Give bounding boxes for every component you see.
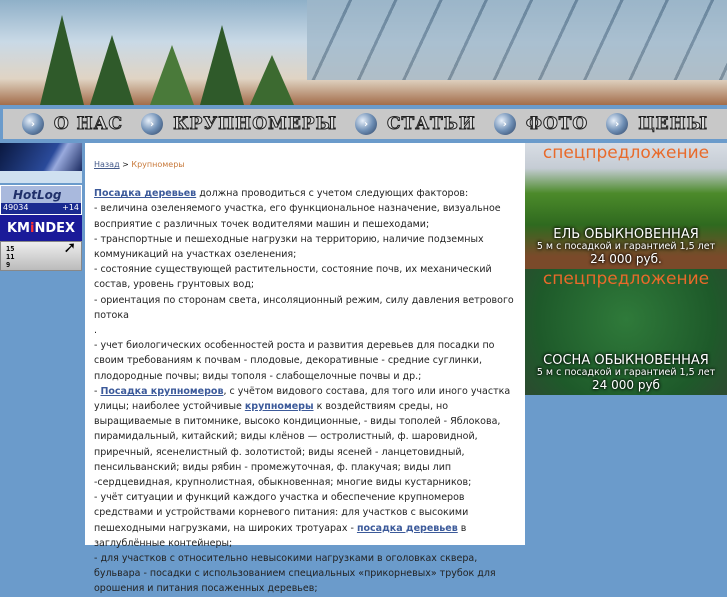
decor-image [0,143,82,171]
large-trees-planting-link[interactable]: Посадка крупномеров [100,386,223,397]
nav-prices[interactable]: › ЦЕНЫ [606,113,708,135]
nav-about[interactable]: › О НАС [21,113,123,135]
arrow-ball-icon: › [493,113,516,135]
nav-large-trees[interactable]: › КРУПНОМЕРЫ [141,113,337,135]
decor-strip [0,171,82,185]
arrow-ball-icon: › [141,113,164,135]
arrow-ball-icon: › [21,113,44,135]
article-text: Посадка деревьев должна проводиться с уч… [94,188,514,595]
arrow-up-right-icon: ➚ [64,238,75,259]
back-link[interactable]: Назад [94,160,120,169]
main-nav: › О НАС › КРУПНОМЕРЫ › СТАТЬИ › ФОТО › ЦЕНЫ [0,105,727,143]
tree-image [250,55,294,105]
arrow-ball-icon: › [606,113,629,135]
tree-image [90,35,134,105]
hotlog-counter[interactable]: HotLog 49034 +14 [0,185,82,215]
tree-planting-link[interactable]: Посадка деревьев [94,188,196,199]
tree-image [150,45,194,105]
promo-spruce[interactable]: спецпредложение ЕЛЬ ОБЫКНОВЕННАЯ 5 м с по… [525,143,727,269]
tree-planting-link-2[interactable]: посадка деревьев [357,523,458,534]
glass-roof-image [307,0,727,80]
nav-photo[interactable]: › ФОТО [493,113,588,135]
right-sidebar: спецпредложение ЕЛЬ ОБЫКНОВЕННАЯ 5 м с по… [525,143,727,395]
main-content: Назад > Крупномеры Посадка деревьев долж… [85,143,525,594]
tree-image [40,15,84,105]
promo-pine[interactable]: спецпредложение СОСНА ОБЫКНОВЕННАЯ 5 м с … [525,269,727,395]
header-banner [0,0,727,105]
arrow-ball-icon: › [355,113,378,135]
large-trees-link[interactable]: крупномеры [245,401,314,412]
nav-articles[interactable]: › СТАТЬИ [355,113,476,135]
kmindex-stats[interactable]: 15 11 9 ➚ [0,238,82,271]
breadcrumb: Назад > Крупномеры [94,160,185,169]
tree-image [200,25,244,105]
left-sidebar: HotLog 49034 +14 KM i NDEX 15 11 9 ➚ [0,143,82,271]
